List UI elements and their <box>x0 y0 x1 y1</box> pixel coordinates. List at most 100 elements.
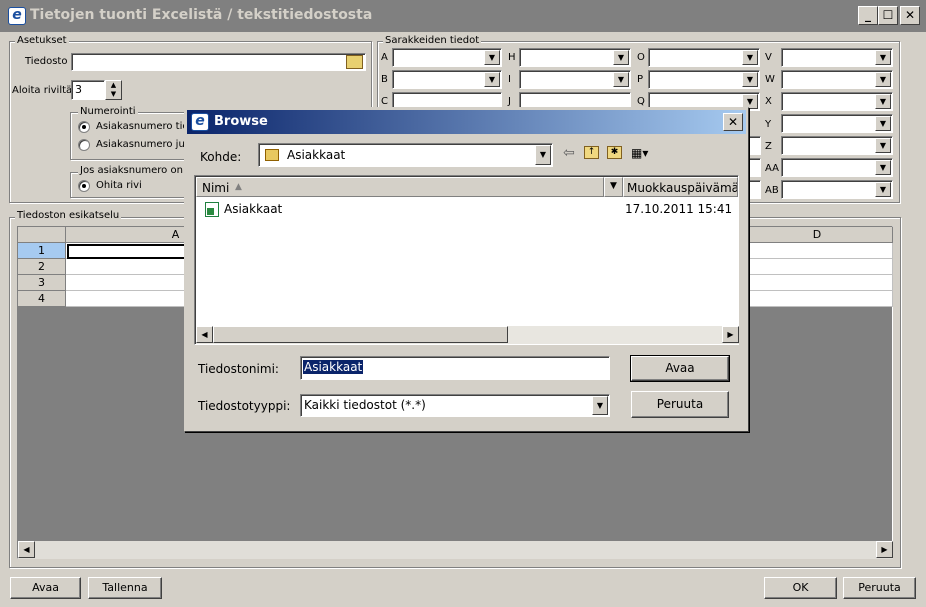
chevron-down-icon[interactable]: ▼ <box>875 94 891 109</box>
grid-row-header-1[interactable]: 1 <box>18 243 66 259</box>
app-logo-icon: e <box>191 113 209 131</box>
column-ab-label: AB <box>765 185 779 196</box>
numbering-option-2-label: Asiakasnumero ju <box>96 139 185 150</box>
back-icon[interactable]: ⇦ <box>563 145 575 161</box>
column-aa-select[interactable]: ▼ <box>781 158 893 177</box>
chevron-down-icon[interactable]: ▼ <box>592 396 608 415</box>
scroll-right-icon[interactable]: ▶ <box>722 326 739 343</box>
file-date: 17.10.2011 15:41 <box>625 202 733 216</box>
column-a-select[interactable]: ▼ <box>392 48 502 67</box>
dialog-close-button[interactable]: ✕ <box>723 113 743 131</box>
col-header-name[interactable]: Nimi ▲ <box>196 177 604 197</box>
open-button[interactable]: Avaa <box>10 577 81 599</box>
chevron-down-icon[interactable]: ▼ <box>875 182 891 197</box>
window-title: Tietojen tuonti Excelistä / tekstitiedos… <box>30 7 373 23</box>
column-p-select[interactable]: ▼ <box>648 70 760 89</box>
browse-dialog: e Browse ✕ Kohde: Asiakkaat ▼ ⇦ ↑ ✱ ▦▾ N… <box>184 107 749 432</box>
cancel-button[interactable]: Peruuta <box>843 577 916 599</box>
exists-legend: Jos asiaksnumero on <box>78 165 185 176</box>
column-z-label: Z <box>765 141 772 152</box>
exists-skip-radio[interactable] <box>78 180 90 192</box>
column-h-select[interactable]: ▼ <box>519 48 631 67</box>
chevron-down-icon[interactable]: ▼ <box>875 116 891 131</box>
chevron-down-icon[interactable]: ▼ <box>875 72 891 87</box>
column-q-label: Q <box>637 96 645 107</box>
column-x-select[interactable]: ▼ <box>781 92 893 111</box>
grid-col-header-d[interactable]: D <box>742 227 893 243</box>
grid-active-cell[interactable] <box>67 244 187 259</box>
app-logo-icon: e <box>8 7 26 25</box>
chevron-down-icon[interactable]: ▼ <box>484 72 500 87</box>
column-i-select[interactable]: ▼ <box>519 70 631 89</box>
chevron-down-icon[interactable]: ▼ <box>613 72 629 87</box>
filename-input[interactable]: Asiakkaat <box>300 356 610 380</box>
ok-button[interactable]: OK <box>764 577 837 599</box>
column-a-label: A <box>381 52 388 63</box>
list-h-scrollbar[interactable]: ◀ ▶ <box>196 326 739 344</box>
save-button[interactable]: Tallenna <box>88 577 162 599</box>
column-h-label: H <box>508 52 516 63</box>
numbering-option-1-radio[interactable] <box>78 121 90 133</box>
chevron-down-icon[interactable]: ▼ <box>742 50 758 65</box>
filename-value: Asiakkaat <box>303 360 364 374</box>
column-b-label: B <box>381 74 388 85</box>
file-input[interactable] <box>71 53 366 71</box>
column-hidden-select[interactable] <box>749 158 761 177</box>
column-ab-select[interactable]: ▼ <box>781 180 893 199</box>
col-header-modified[interactable]: Muokkauspäivämä <box>623 177 738 197</box>
numbering-option-2-radio[interactable] <box>78 139 90 151</box>
grid-row-header-3[interactable]: 3 <box>18 275 66 291</box>
close-button[interactable]: ✕ <box>900 6 920 25</box>
start-row-input[interactable]: 3 <box>71 80 105 100</box>
filetype-select[interactable]: Kaikki tiedostot (*.*) ▼ <box>300 394 610 417</box>
scroll-thumb[interactable] <box>213 326 508 343</box>
chevron-down-icon[interactable]: ▼ <box>613 50 629 65</box>
filetype-label: Tiedostotyyppi: <box>198 399 291 413</box>
new-folder-icon[interactable]: ✱ <box>607 146 622 159</box>
excel-file-icon <box>205 202 219 217</box>
columns-legend: Sarakkeiden tiedot <box>383 35 482 46</box>
view-menu-icon[interactable]: ▦▾ <box>631 146 648 160</box>
column-y-label: Y <box>765 119 772 130</box>
chevron-down-icon[interactable]: ▼ <box>875 138 891 153</box>
start-row-spinner[interactable]: ▲ ▼ <box>105 80 122 100</box>
up-folder-icon[interactable]: ↑ <box>584 146 599 159</box>
col-filter-icon[interactable]: ▼ <box>604 177 623 197</box>
column-hidden-select[interactable] <box>749 180 761 199</box>
chevron-down-icon[interactable]: ▼ <box>484 50 500 65</box>
chevron-down-icon[interactable]: ▼ <box>535 145 551 165</box>
column-o-select[interactable]: ▼ <box>648 48 760 67</box>
chevron-down-icon[interactable]: ▼ <box>742 72 758 87</box>
file-list[interactable]: Nimi ▲ ▼ Muokkauspäivämä Asiakkaat 17.10… <box>194 175 739 345</box>
column-hidden-select[interactable] <box>749 136 761 155</box>
grid-row-header-4[interactable]: 4 <box>18 291 66 307</box>
look-in-select[interactable]: Asiakkaat ▼ <box>258 143 553 167</box>
scroll-right-icon[interactable]: ▶ <box>876 541 893 558</box>
grid-h-scrollbar[interactable]: ◀ ▶ <box>18 541 893 559</box>
dialog-cancel-button[interactable]: Peruuta <box>631 391 729 418</box>
column-b-select[interactable]: ▼ <box>392 70 502 89</box>
folder-open-icon[interactable] <box>346 55 363 69</box>
scroll-left-icon[interactable]: ◀ <box>196 326 213 343</box>
grid-row-header-2[interactable]: 2 <box>18 259 66 275</box>
column-j-label: J <box>508 96 511 107</box>
column-x-label: X <box>765 96 772 107</box>
column-v-label: V <box>765 52 772 63</box>
column-v-select[interactable]: ▼ <box>781 48 893 67</box>
window-titlebar: e Tietojen tuonti Excelistä / tekstitied… <box>0 0 926 32</box>
column-c-label: C <box>381 96 388 107</box>
chevron-down-icon[interactable]: ▼ <box>875 160 891 175</box>
col-header-modified-label: Muokkauspäivämä <box>627 181 738 195</box>
minimize-button[interactable]: _ <box>858 6 878 25</box>
dialog-open-button[interactable]: Avaa <box>630 355 730 382</box>
column-p-label: P <box>637 74 644 85</box>
column-z-select[interactable]: ▼ <box>781 136 893 155</box>
column-w-select[interactable]: ▼ <box>781 70 893 89</box>
maximize-button[interactable]: ☐ <box>878 6 898 25</box>
scroll-left-icon[interactable]: ◀ <box>18 541 35 558</box>
preview-legend: Tiedoston esikatselu <box>15 210 122 221</box>
chevron-down-icon[interactable]: ▼ <box>875 50 891 65</box>
file-row[interactable]: Asiakkaat 17.10.2011 15:41 <box>197 200 737 220</box>
column-y-select[interactable]: ▼ <box>781 114 893 133</box>
file-label: Tiedosto <box>25 56 68 67</box>
